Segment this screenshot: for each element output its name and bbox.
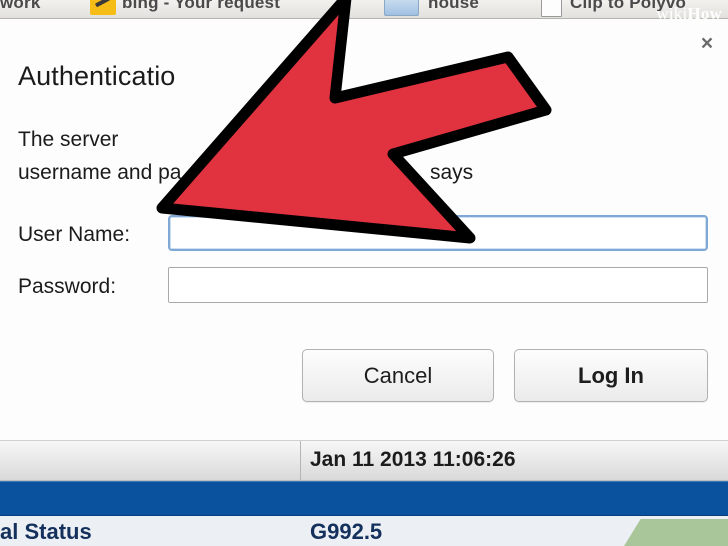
toolbar-item-bing[interactable]: bing - Your request (122, 0, 280, 13)
watermark-suffix: How (687, 4, 722, 23)
toolbar-item-house[interactable]: house (428, 0, 479, 13)
dialog-message-tail: says (430, 161, 474, 184)
username-row: User Name: (0, 215, 728, 255)
dialog-button-bar: Cancel Log In (0, 349, 728, 409)
router-status-label: al Status (0, 519, 92, 544)
dialog-message: The server username and pa (18, 128, 182, 184)
router-date-value: Jan 11 2013 11:06:26 (310, 448, 516, 471)
username-input[interactable] (168, 215, 708, 251)
watermark-prefix: wiki (656, 4, 688, 23)
table-cell-divider (300, 441, 301, 480)
toolbar-blue-button[interactable] (384, 0, 419, 16)
clip-to-polyvore-checkbox[interactable] (541, 0, 562, 17)
browser-toolbar: work bing - Your request house Clip to P… (0, 0, 728, 19)
toolbar-item-work[interactable]: work (0, 0, 40, 13)
dialog-title: Authenticatio (18, 61, 176, 91)
wikihow-watermark-text: wikiHow (656, 4, 722, 24)
router-section-band (0, 481, 728, 517)
close-icon[interactable]: × (694, 31, 720, 57)
router-date-row: Jan 11 2013 11:06:26 (0, 441, 728, 481)
wikihow-watermark-banner (624, 519, 728, 546)
login-button[interactable]: Log In (514, 349, 708, 402)
router-status-value: G992.5 (310, 519, 383, 544)
router-status-row: al Status G992.5 (0, 516, 728, 546)
pencil-icon (90, 0, 116, 15)
password-row: Password: (0, 267, 728, 307)
password-label: Password: (18, 275, 117, 298)
cancel-button[interactable]: Cancel (302, 349, 494, 402)
password-input[interactable] (168, 267, 708, 303)
username-label: User Name: (18, 223, 131, 246)
screenshot-root: work bing - Your request house Clip to P… (0, 0, 728, 546)
authentication-dialog: × Authenticatio The server username and … (0, 19, 728, 441)
